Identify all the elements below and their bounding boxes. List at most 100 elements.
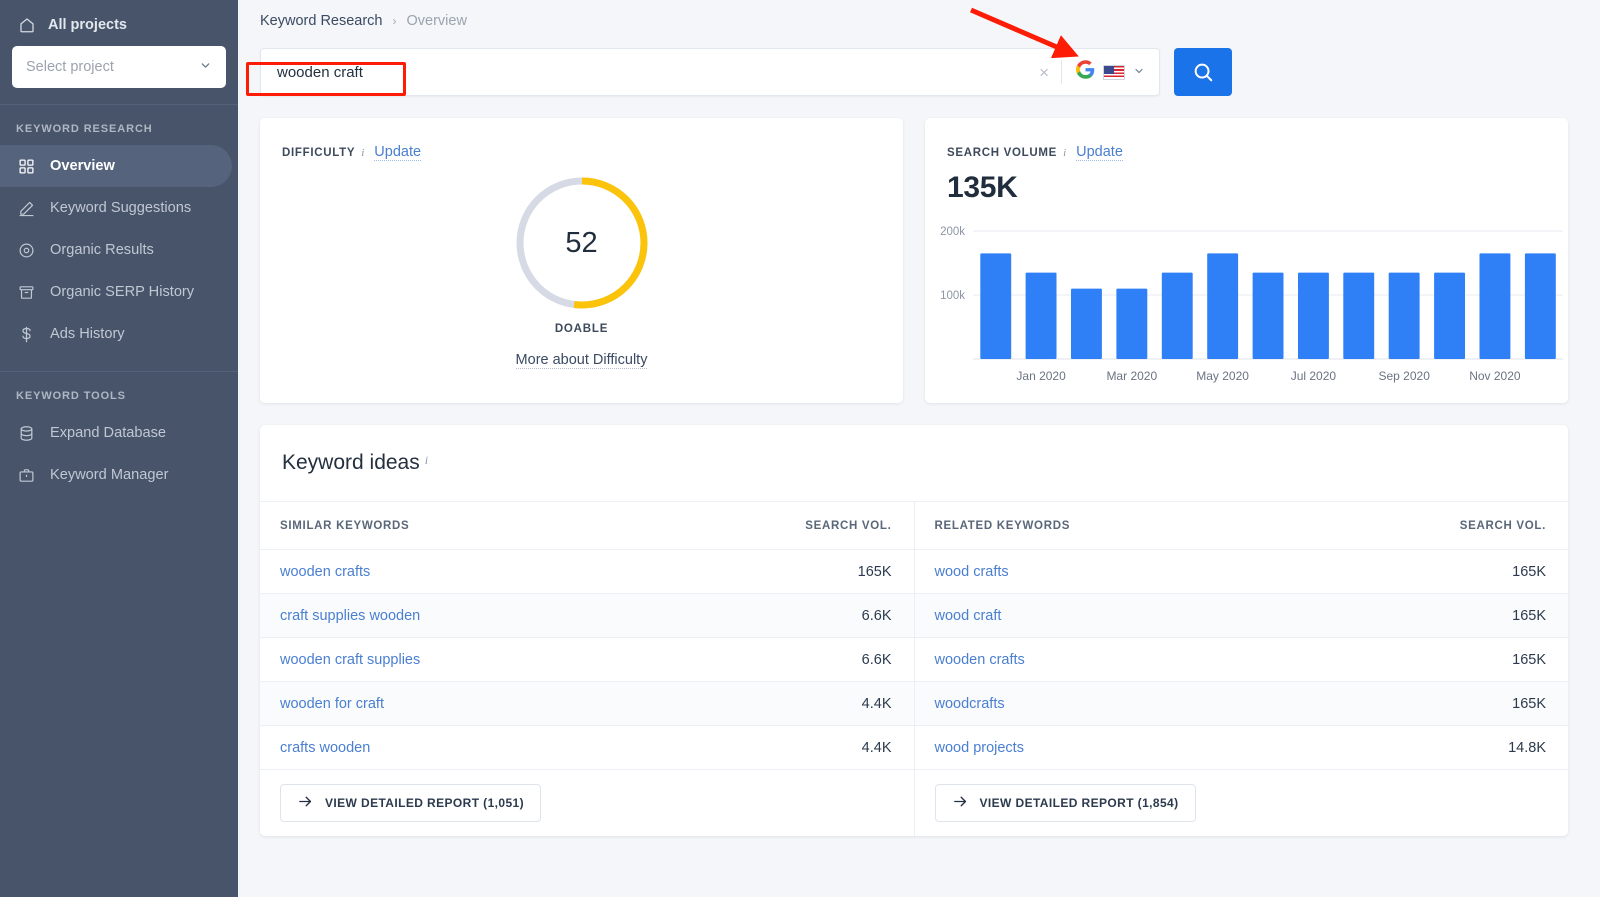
dollar-icon	[16, 326, 36, 343]
table-row[interactable]: wood projects 14.8K	[914, 726, 1568, 770]
search-volume-update-link[interactable]: Update	[1076, 144, 1123, 161]
more-about-difficulty-link[interactable]: More about Difficulty	[515, 352, 648, 369]
keyword-link[interactable]: wooden crafts	[260, 564, 686, 580]
search-volume-header: SEARCH VOLUME i Update	[925, 118, 1568, 161]
view-detailed-report-related-button[interactable]: VIEW DETAILED REPORT (1,854)	[934, 784, 1196, 822]
keyword-link[interactable]: wood craft	[915, 608, 1341, 624]
chart-bar[interactable]	[1116, 288, 1148, 359]
keyword-ideas-grid: SIMILAR KEYWORDS SEARCH VOL. wooden craf…	[260, 501, 1568, 836]
chart-bar[interactable]	[1524, 253, 1556, 359]
project-select-placeholder: Select project	[26, 59, 114, 75]
table-row[interactable]: wooden crafts 165K	[914, 638, 1568, 682]
search-box: ×	[260, 48, 1160, 96]
chart-bar[interactable]	[1434, 272, 1465, 359]
sidebar-item-expand-database[interactable]: Expand Database	[0, 412, 232, 454]
chart-bar[interactable]	[1161, 272, 1193, 359]
keyword-volume: 6.6K	[861, 651, 892, 668]
sidebar-item-overview[interactable]: Overview	[0, 145, 232, 187]
difficulty-card: DIFFICULTY i Update 52 DOABLE More about…	[260, 118, 903, 403]
keyword-volume: 165K	[1512, 651, 1546, 668]
chart-bar[interactable]	[1071, 288, 1102, 359]
keyword-link[interactable]: crafts wooden	[260, 740, 686, 756]
table-row[interactable]: wooden crafts 165K	[260, 550, 914, 594]
chart-bar[interactable]	[1252, 272, 1284, 359]
difficulty-donut: 52	[514, 175, 650, 311]
table-row[interactable]: wood craft 165K	[914, 594, 1568, 638]
chart-bar[interactable]	[1343, 272, 1375, 359]
clear-icon[interactable]: ×	[1027, 64, 1061, 81]
breadcrumb-parent[interactable]: Keyword Research	[260, 13, 383, 29]
sidebar-section-title: KEYWORD TOOLS	[16, 390, 126, 402]
chart-bar[interactable]	[980, 253, 1012, 359]
home-icon	[18, 16, 36, 34]
chart-bar[interactable]	[1207, 253, 1239, 359]
info-icon[interactable]: i	[425, 453, 428, 468]
sidebar-item-label: Keyword Manager	[50, 467, 169, 483]
info-icon[interactable]: i	[361, 147, 364, 159]
table-header-row: RELATED KEYWORDS SEARCH VOL.	[914, 502, 1568, 550]
sidebar-item-ads-history[interactable]: Ads History	[0, 313, 232, 355]
report-button-label: VIEW DETAILED REPORT (1,854)	[979, 796, 1179, 810]
similar-keywords-footer: VIEW DETAILED REPORT (1,051)	[260, 770, 914, 836]
breadcrumb-current: Overview	[406, 13, 467, 29]
difficulty-header: DIFFICULTY i Update	[260, 118, 903, 161]
table-row[interactable]: wooden for craft 4.4K	[260, 682, 914, 726]
keyword-volume: 4.4K	[861, 739, 892, 756]
sidebar: All projects Select project KEYWORD RESE…	[0, 0, 238, 897]
column-header-keyword: SIMILAR KEYWORDS	[280, 519, 410, 532]
sidebar-section-keyword-tools: KEYWORD TOOLS Expand Database Keyword Ma…	[0, 371, 238, 496]
keyword-link[interactable]: wood crafts	[915, 564, 1341, 580]
page-title: Keyword ideas	[282, 451, 420, 474]
table-row[interactable]: crafts wooden 4.4K	[260, 726, 914, 770]
archive-icon	[16, 284, 36, 301]
chart-bar[interactable]	[1388, 272, 1420, 359]
search-button[interactable]	[1174, 48, 1232, 96]
keyword-volume: 6.6K	[861, 607, 892, 624]
pencil-icon	[16, 200, 36, 217]
chart-bar[interactable]	[1479, 253, 1511, 359]
keyword-link[interactable]: woodcrafts	[915, 696, 1341, 712]
keyword-volume: 165K	[1512, 607, 1546, 624]
keyword-volume: 165K	[1512, 695, 1546, 712]
arrow-right-icon	[952, 793, 969, 813]
sidebar-item-label: Keyword Suggestions	[50, 200, 192, 216]
view-detailed-report-similar-button[interactable]: VIEW DETAILED REPORT (1,051)	[280, 784, 542, 822]
grid-icon	[16, 158, 36, 175]
sidebar-item-keyword-manager[interactable]: Keyword Manager	[0, 454, 232, 496]
table-row[interactable]: craft supplies wooden 6.6K	[260, 594, 914, 638]
app-root: All projects Select project KEYWORD RESE…	[0, 0, 1600, 897]
x-axis-tick-label: Mar 2020	[1106, 369, 1157, 383]
y-axis-tick-label: 100k	[940, 290, 965, 302]
sidebar-section-keyword-research: KEYWORD RESEARCH Overview Keyword Sugges…	[0, 105, 238, 355]
difficulty-label: DIFFICULTY	[282, 147, 356, 159]
chart-bar[interactable]	[1298, 272, 1329, 359]
keyword-link[interactable]: wood projects	[915, 740, 1341, 756]
sidebar-item-organic-serp-history[interactable]: Organic SERP History	[0, 271, 232, 313]
engine-selector[interactable]	[1062, 49, 1159, 95]
all-projects-link[interactable]: All projects	[12, 12, 226, 44]
sidebar-item-keyword-suggestions[interactable]: Keyword Suggestions	[0, 187, 232, 229]
keyword-link[interactable]: craft supplies wooden	[260, 608, 686, 624]
difficulty-update-link[interactable]: Update	[374, 144, 422, 161]
keyword-link[interactable]: wooden craft supplies	[260, 652, 686, 668]
project-select[interactable]: Select project	[12, 46, 226, 88]
search-input[interactable]	[261, 49, 1028, 95]
keyword-ideas-panel: Keyword ideas i SIMILAR KEYWORDS SEARCH …	[260, 425, 1568, 836]
keyword-link[interactable]: wooden crafts	[915, 652, 1341, 668]
difficulty-donut-wrapper: 52 DOABLE More about Difficulty	[260, 175, 903, 369]
table-row[interactable]: wood crafts 165K	[914, 550, 1568, 594]
table-row[interactable]: wooden craft supplies 6.6K	[260, 638, 914, 682]
keyword-volume: 165K	[1512, 563, 1546, 580]
chevron-down-icon	[1133, 65, 1145, 80]
sidebar-item-label: Ads History	[50, 326, 125, 342]
sidebar-item-organic-results[interactable]: Organic Results	[0, 229, 232, 271]
difficulty-verdict: DOABLE	[554, 323, 609, 335]
info-icon[interactable]: i	[1063, 147, 1066, 159]
briefcase-icon	[16, 467, 36, 484]
chart-bar[interactable]	[1025, 272, 1057, 359]
sidebar-item-label: Expand Database	[50, 425, 167, 441]
table-row[interactable]: woodcrafts 165K	[914, 682, 1568, 726]
x-axis-tick-label: May 2020	[1196, 369, 1249, 383]
keyword-link[interactable]: wooden for craft	[260, 696, 686, 712]
chevron-down-icon	[199, 59, 212, 76]
